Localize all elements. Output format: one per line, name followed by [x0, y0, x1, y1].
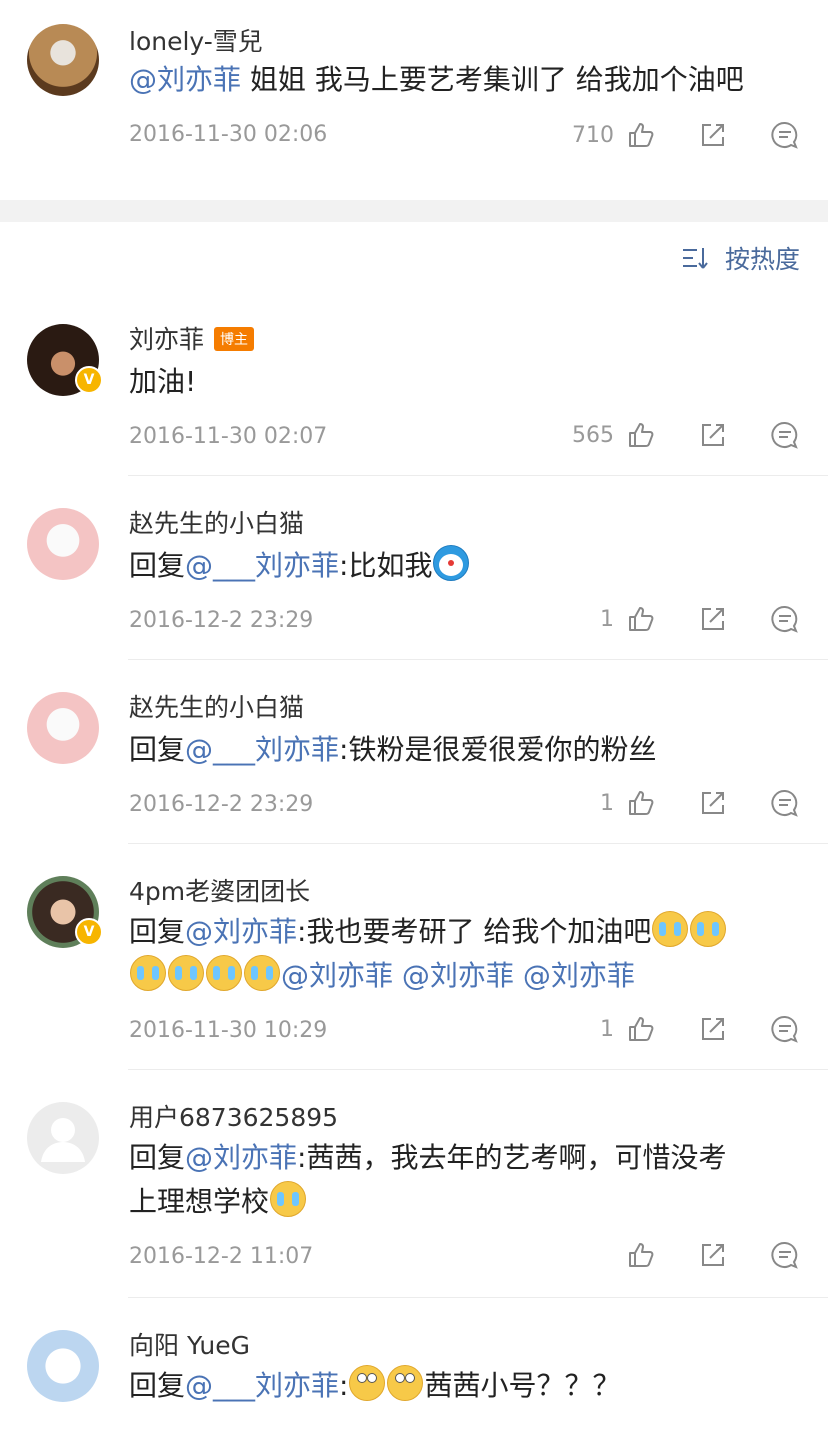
thumbs-up-icon[interactable] — [626, 788, 656, 818]
like-count: 1 — [600, 1016, 614, 1042]
host-badge: 博主 — [214, 327, 255, 351]
action-bar — [604, 1240, 800, 1270]
comment-row: 赵先生的小白猫 回复@___刘亦菲:铁粉是很爱很爱你的粉丝 2016-12-2 … — [0, 660, 828, 844]
username[interactable]: 向阳 YueG — [129, 1326, 250, 1362]
like-count: 710 — [572, 122, 614, 148]
section-divider — [0, 200, 828, 222]
share-icon[interactable] — [698, 788, 728, 818]
avatar[interactable] — [27, 24, 99, 96]
comment-icon[interactable] — [770, 604, 800, 634]
action-bar: 565 — [572, 420, 800, 450]
thumbs-up-icon[interactable] — [626, 1014, 656, 1044]
comment-row: 用户6873625895 回复@刘亦菲:茜茜，我去年的艺考啊，可惜没考 上理想学校… — [0, 1070, 828, 1298]
like-count: 1 — [600, 790, 614, 816]
eye-roll-emoji-icon — [349, 1365, 386, 1401]
timestamp: 2016-11-30 02:07 — [129, 424, 328, 449]
comment-text: 回复@___刘亦菲: 茜茜小号？？？ — [129, 1364, 798, 1408]
timestamp: 2016-12-2 11:07 — [129, 1244, 314, 1269]
comment-text: @刘亦菲 姐姐 我马上要艺考集训了 给我加个油吧 — [129, 63, 744, 96]
mention-link[interactable]: @刘亦菲 — [281, 959, 393, 992]
mention-link[interactable]: @刘亦菲 — [129, 63, 241, 96]
thumbs-up-icon[interactable] — [626, 604, 656, 634]
mention-link[interactable]: @刘亦菲 — [402, 959, 514, 992]
sort-icon — [682, 248, 708, 269]
thumbs-up-icon[interactable] — [626, 1240, 656, 1270]
crying-emoji-icon — [690, 911, 727, 947]
default-user-icon — [41, 1118, 85, 1162]
avatar[interactable] — [27, 508, 99, 580]
comment-icon[interactable] — [770, 788, 800, 818]
crying-emoji-icon — [652, 911, 689, 947]
timestamp: 2016-11-30 10:29 — [129, 1018, 328, 1043]
eye-roll-emoji-icon — [387, 1365, 424, 1401]
share-icon[interactable] — [698, 1240, 728, 1270]
mention-link[interactable]: @___刘亦菲 — [185, 733, 339, 766]
comment-text: 回复@刘亦菲:我也要考研了 给我个加油吧 @刘亦菲 @刘亦菲 @刘亦菲 — [129, 910, 798, 998]
action-bar: 1 — [600, 1014, 800, 1044]
username[interactable]: 4pm老婆团团长 — [129, 872, 310, 908]
username[interactable]: 赵先生的小白猫 — [129, 504, 304, 540]
crying-emoji-icon — [244, 955, 280, 991]
timestamp: 2016-12-2 23:29 — [129, 608, 314, 633]
mention-link[interactable]: @刘亦菲 — [523, 959, 635, 992]
comment-icon[interactable] — [770, 420, 800, 450]
verified-badge-icon: V — [75, 918, 103, 946]
action-bar: 710 — [572, 120, 800, 150]
like-count: 565 — [572, 422, 614, 448]
share-icon[interactable] — [698, 604, 728, 634]
original-comment: lonely-雪兒 @刘亦菲 姐姐 我马上要艺考集训了 给我加个油吧 2016-… — [0, 0, 828, 200]
sort-label: 按热度 — [724, 245, 800, 274]
avatar[interactable] — [27, 1330, 99, 1402]
username[interactable]: 刘亦菲 博主 — [129, 320, 255, 356]
mention-link[interactable]: @___刘亦菲 — [185, 1369, 339, 1402]
like-count: 1 — [600, 606, 614, 632]
crying-emoji-icon — [270, 1181, 307, 1217]
crying-emoji-icon — [168, 955, 204, 991]
comment-text: 回复@___刘亦菲:铁粉是很爱很爱你的粉丝 — [129, 733, 657, 766]
thumbs-up-icon[interactable] — [626, 420, 656, 450]
comment-icon[interactable] — [770, 1014, 800, 1044]
avatar[interactable]: V — [27, 876, 103, 948]
sort-by-hot-button[interactable]: 按热度 — [681, 240, 800, 276]
mention-link[interactable]: @___刘亦菲 — [185, 549, 339, 582]
action-bar: 1 — [600, 604, 800, 634]
share-icon[interactable] — [698, 420, 728, 450]
share-icon[interactable] — [698, 1014, 728, 1044]
crying-emoji-icon — [206, 955, 242, 991]
comment-row: V 4pm老婆团团长 回复@刘亦菲:我也要考研了 给我个加油吧 @刘亦菲 @刘亦菲… — [0, 844, 828, 1070]
username[interactable]: 用户6873625895 — [129, 1098, 338, 1134]
comment-text: 回复@___刘亦菲:比如我 — [129, 544, 798, 588]
comment-icon[interactable] — [770, 120, 800, 150]
avatar[interactable] — [27, 692, 99, 764]
timestamp: 2016-12-2 23:29 — [129, 792, 314, 817]
sort-bar: 按热度 — [0, 222, 828, 292]
thumbs-up-icon[interactable] — [626, 120, 656, 150]
comment-row: 赵先生的小白猫 回复@___刘亦菲:比如我 2016-12-2 23:29 1 — [0, 476, 828, 660]
comment-text: 回复@刘亦菲:茜茜，我去年的艺考啊，可惜没考 上理想学校 — [129, 1141, 727, 1218]
mention-link[interactable]: @刘亦菲 — [185, 915, 297, 948]
timestamp: 2016-11-30 02:06 — [129, 122, 328, 147]
mention-link[interactable]: @刘亦菲 — [185, 1141, 297, 1174]
comment-row: V 刘亦菲 博主 加油! 2016-11-30 02:07 565 — [0, 292, 828, 476]
username[interactable]: lonely-雪兒 — [129, 22, 263, 58]
username[interactable]: 赵先生的小白猫 — [129, 688, 304, 724]
share-icon[interactable] — [698, 120, 728, 150]
comment-icon[interactable] — [770, 1240, 800, 1270]
doraemon-emoji-icon — [433, 545, 470, 581]
comment-text: 加油! — [129, 365, 197, 398]
comment-row: 向阳 YueG 回复@___刘亦菲: 茜茜小号？？？ — [0, 1298, 828, 1429]
avatar[interactable]: V — [27, 324, 103, 396]
action-bar: 1 — [600, 788, 800, 818]
crying-emoji-icon — [130, 955, 166, 991]
verified-badge-icon: V — [75, 366, 103, 394]
avatar[interactable] — [27, 1102, 99, 1174]
